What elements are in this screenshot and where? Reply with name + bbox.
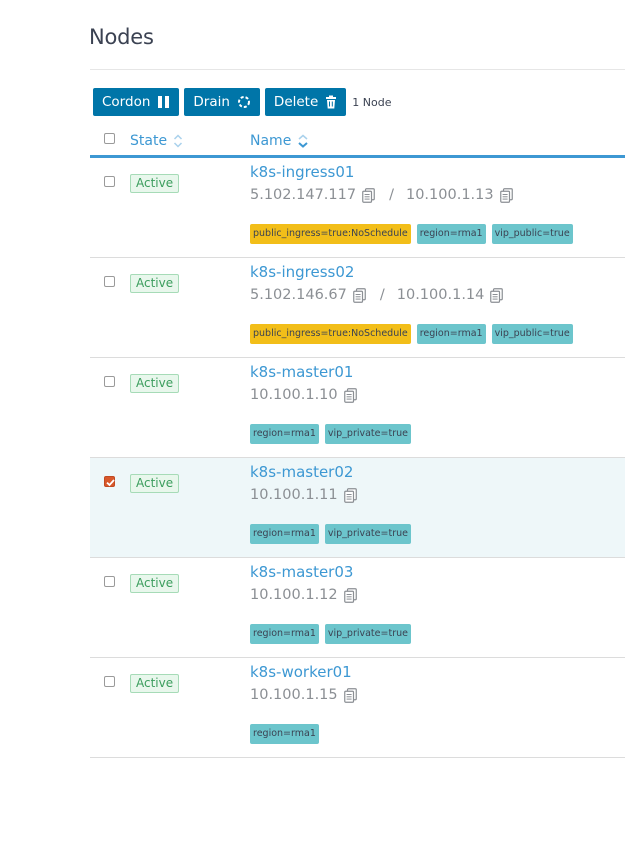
node-tags: region=rma1 vip_private=true bbox=[250, 424, 417, 444]
status-badge: Active bbox=[130, 474, 180, 493]
public-ip: 5.102.146.67 bbox=[250, 287, 347, 303]
cordon-label: Cordon bbox=[102, 94, 151, 110]
sort-icon bbox=[173, 133, 183, 149]
node-tags: region=rma1 bbox=[250, 724, 325, 744]
table-header: State Name bbox=[90, 126, 625, 158]
node-ips: 5.102.146.67 / 10.100.1.14 bbox=[250, 287, 504, 303]
table-row: Active k8s-ingress02 5.102.146.67 / 10.100.1… bbox=[90, 258, 625, 358]
label-badge: region=rma1 bbox=[250, 724, 319, 744]
select-all-checkbox[interactable] bbox=[104, 133, 115, 144]
sort-down-icon bbox=[297, 133, 309, 149]
table-row: Active k8s-master02 10.100.1.11 region=rma1… bbox=[90, 458, 625, 558]
node-ip: 10.100.1.10 bbox=[250, 387, 338, 403]
label-badge: vip_private=true bbox=[324, 524, 411, 544]
node-tags: public_ingress=true:NoSchedule region=rma… bbox=[250, 224, 579, 244]
row-checkbox[interactable] bbox=[104, 576, 115, 587]
node-ips: 10.100.1.11 bbox=[250, 487, 357, 503]
ip-separator: / bbox=[389, 187, 394, 203]
label-badge: vip_private=true bbox=[324, 424, 411, 444]
label-badge: region=rma1 bbox=[250, 524, 319, 544]
clipboard-icon[interactable] bbox=[343, 387, 357, 403]
clipboard-icon[interactable] bbox=[343, 487, 357, 503]
clipboard-icon[interactable] bbox=[499, 187, 513, 203]
row-checkbox[interactable] bbox=[104, 676, 115, 687]
label-badge: region=rma1 bbox=[416, 324, 486, 344]
row-checkbox[interactable] bbox=[104, 476, 115, 487]
node-ips: 10.100.1.10 bbox=[250, 387, 357, 403]
table-body: Active k8s-ingress01 5.102.147.117 / 10.100.… bbox=[90, 158, 625, 758]
public-ip: 5.102.147.117 bbox=[250, 187, 357, 203]
bulk-actions-toolbar: Cordon Drain Delete 1 Node bbox=[93, 88, 392, 116]
pause-icon bbox=[157, 95, 170, 109]
table-row: Active k8s-master01 10.100.1.10 region=rma1… bbox=[90, 358, 625, 458]
delete-label: Delete bbox=[273, 94, 319, 110]
trash-icon bbox=[325, 95, 337, 109]
clipboard-icon[interactable] bbox=[343, 687, 357, 703]
label-badge: region=rma1 bbox=[250, 624, 319, 644]
clipboard-icon[interactable] bbox=[490, 287, 504, 303]
node-tags: public_ingress=true:NoSchedule region=rma… bbox=[250, 324, 579, 344]
delete-button[interactable]: Delete bbox=[264, 88, 347, 116]
table-row: Active k8s-ingress01 5.102.147.117 / 10.100.… bbox=[90, 158, 625, 258]
node-ips: 10.100.1.12 bbox=[250, 587, 357, 603]
page-title: Nodes bbox=[89, 25, 154, 49]
status-badge: Active bbox=[130, 374, 180, 393]
status-badge: Active bbox=[130, 674, 180, 693]
drain-label: Drain bbox=[193, 94, 230, 110]
node-name-link[interactable]: k8s-master02 bbox=[250, 463, 353, 481]
clipboard-icon[interactable] bbox=[343, 587, 357, 603]
table-row: Active k8s-worker01 10.100.1.15 region=rma1 bbox=[90, 658, 625, 758]
selection-count: 1 Node bbox=[352, 95, 392, 109]
nodes-table: State Name Active k8s-ingress01 5.102.147.… bbox=[90, 126, 625, 758]
table-row: Active k8s-master03 10.100.1.12 region=rma1… bbox=[90, 558, 625, 658]
cordon-button[interactable]: Cordon bbox=[93, 88, 180, 116]
column-header-name-label: Name bbox=[250, 133, 292, 149]
ip-separator: / bbox=[379, 287, 385, 303]
column-header-state[interactable]: State bbox=[130, 133, 183, 149]
status-badge: Active bbox=[130, 174, 180, 193]
node-tags: region=rma1 vip_private=true bbox=[250, 524, 417, 544]
label-badge: vip_public=true bbox=[491, 324, 573, 344]
title-divider bbox=[90, 69, 625, 70]
status-badge: Active bbox=[130, 574, 180, 593]
node-ip: 10.100.1.15 bbox=[250, 687, 338, 703]
label-badge: vip_private=true bbox=[324, 624, 411, 644]
node-name-link[interactable]: k8s-ingress02 bbox=[250, 263, 354, 281]
row-checkbox[interactable] bbox=[104, 176, 115, 187]
private-ip: 10.100.1.13 bbox=[405, 187, 494, 203]
taint-badge: public_ingress=true:NoSchedule bbox=[250, 224, 411, 244]
node-ip: 10.100.1.11 bbox=[250, 487, 338, 503]
column-header-state-label: State bbox=[130, 133, 168, 149]
row-checkbox[interactable] bbox=[104, 276, 115, 287]
clipboard-icon[interactable] bbox=[353, 287, 366, 303]
node-ip: 10.100.1.12 bbox=[250, 587, 338, 603]
label-badge: region=rma1 bbox=[250, 424, 319, 444]
column-header-name[interactable]: Name bbox=[250, 133, 309, 149]
node-name-link[interactable]: k8s-master01 bbox=[250, 363, 353, 381]
node-ips: 10.100.1.15 bbox=[250, 687, 357, 703]
node-name-link[interactable]: k8s-master03 bbox=[250, 563, 353, 581]
refresh-icon bbox=[237, 95, 251, 109]
drain-button[interactable]: Drain bbox=[184, 88, 260, 116]
node-name-link[interactable]: k8s-worker01 bbox=[250, 663, 352, 681]
row-checkbox[interactable] bbox=[104, 376, 115, 387]
clipboard-icon[interactable] bbox=[362, 187, 375, 203]
label-badge: vip_public=true bbox=[491, 224, 573, 244]
label-badge: region=rma1 bbox=[416, 224, 486, 244]
private-ip: 10.100.1.14 bbox=[396, 287, 485, 303]
taint-badge: public_ingress=true:NoSchedule bbox=[250, 324, 411, 344]
node-tags: region=rma1 vip_private=true bbox=[250, 624, 417, 644]
node-ips: 5.102.147.117 / 10.100.1.13 bbox=[250, 187, 513, 203]
node-name-link[interactable]: k8s-ingress01 bbox=[250, 163, 354, 181]
status-badge: Active bbox=[130, 274, 180, 293]
